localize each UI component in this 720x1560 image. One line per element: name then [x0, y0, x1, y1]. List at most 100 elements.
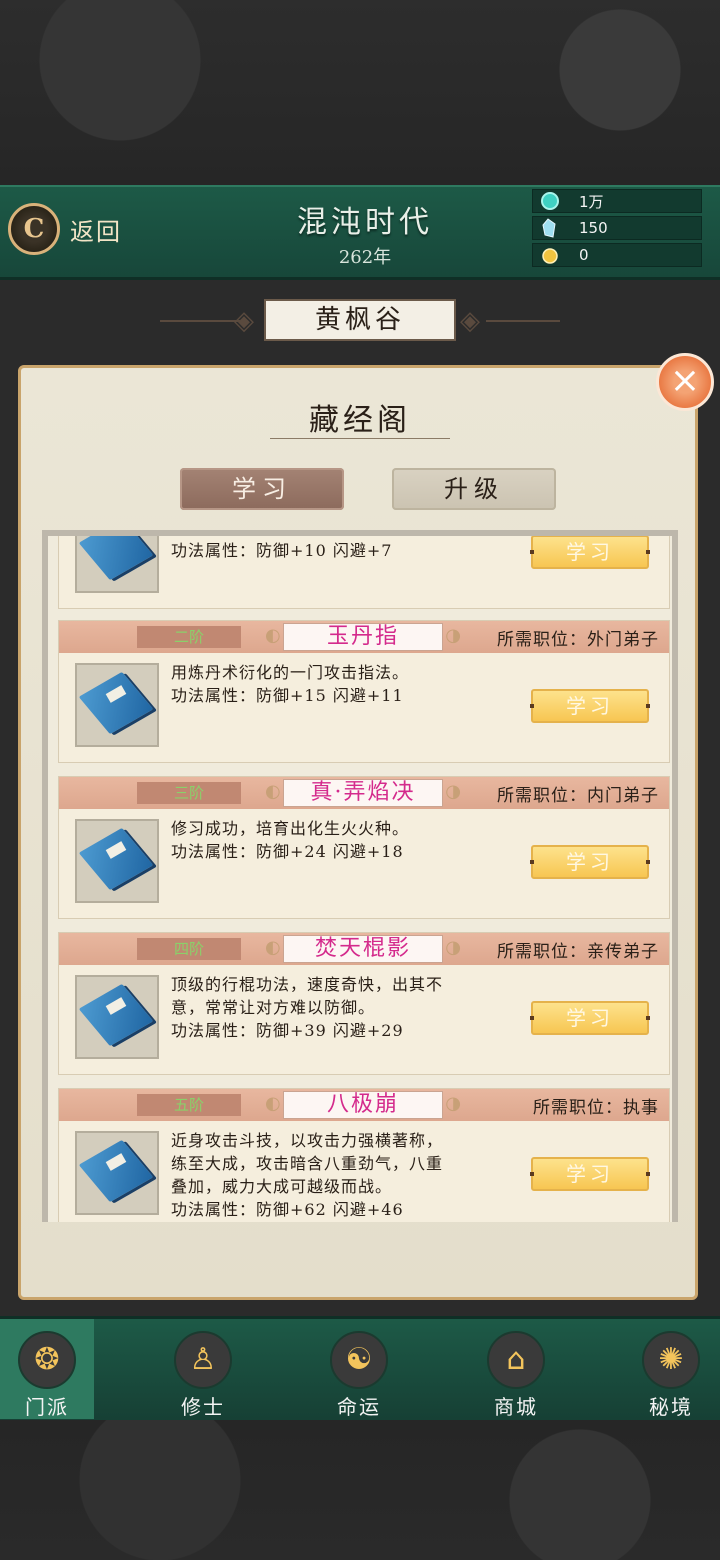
- nav-item-secret-realm[interactable]: ✺ 秘境: [624, 1319, 718, 1419]
- banner-ornament-right-icon: ◈: [460, 306, 480, 336]
- resource-jade[interactable]: 1万: [532, 189, 702, 213]
- skill-list[interactable]: 功法属性：防御+10 闪避+7 学习 二阶 ◐ 玉丹指 ◑ 所需职位：外门弟子 …: [42, 530, 678, 1222]
- skill-desc-line: 意，常常让对方难以防御。: [171, 998, 376, 1017]
- skill-requirement: 所需职位：内门弟子: [497, 786, 659, 806]
- ornament-left-icon: ◐: [265, 781, 281, 802]
- skill-description: 顶级的行棍功法，速度奇快，出其不 意，常常让对方难以防御。 功法属性：防御+39…: [171, 973, 501, 1042]
- era-display: 混沌时代 262年: [260, 197, 470, 269]
- gourd-fate-icon: ☯: [330, 1331, 388, 1389]
- skill-desc-line: 用炼丹术衍化的一门攻击指法。: [171, 663, 410, 682]
- skill-requirement: 所需职位：亲传弟子: [497, 942, 659, 962]
- skill-name: 八极崩: [283, 1091, 443, 1119]
- book-thumbnail: [75, 663, 159, 747]
- blue-book-icon: [78, 1139, 154, 1203]
- book-thumbnail: [75, 975, 159, 1059]
- blue-book-icon: [78, 983, 154, 1047]
- learn-button[interactable]: 学习: [530, 1001, 650, 1035]
- book-thumbnail: [75, 1131, 159, 1215]
- skill-name: 焚天棍影: [283, 935, 443, 963]
- back-arrow-icon: C: [8, 203, 60, 255]
- skill-rank-badge: 三阶: [137, 782, 241, 804]
- blue-book-icon: [78, 671, 154, 735]
- ornament-right-icon: ◑: [445, 937, 461, 958]
- ornament-right-icon: ◑: [445, 781, 461, 802]
- nav-label: 门派: [25, 1395, 69, 1419]
- tab-upgrade[interactable]: 升级: [392, 468, 556, 510]
- skill-desc-line: 叠加，威力大成可越级而战。: [171, 1177, 393, 1196]
- learn-button[interactable]: 学习: [530, 845, 650, 879]
- nav-label: 商城: [494, 1395, 538, 1419]
- skill-card: 三阶 ◐ 真·弄焰决 ◑ 所需职位：内门弟子 修习成功，培育出化生火火种。 功法…: [58, 776, 670, 919]
- skill-rank-badge: 二阶: [137, 626, 241, 648]
- gold-coin-icon: [539, 244, 561, 266]
- ornament-left-icon: ◐: [265, 937, 281, 958]
- skill-card-header: 四阶 ◐ 焚天棍影 ◑ 所需职位：亲传弟子: [59, 933, 669, 965]
- book-thumbnail: [75, 536, 159, 593]
- learn-button[interactable]: 学习: [530, 689, 650, 723]
- skill-desc-line: 顶级的行棍功法，速度奇快，出其不: [171, 975, 444, 994]
- top-header: C 返回 混沌时代 262年 1万 150 0: [0, 185, 720, 280]
- banner-line-right: [486, 320, 560, 322]
- skill-rank-badge: 五阶: [137, 1094, 241, 1116]
- skill-name: 玉丹指: [283, 623, 443, 651]
- sect-name-banner: ◈ 黄枫谷 ◈: [160, 297, 560, 345]
- background-top: [0, 0, 720, 185]
- resource-jade-value: 1万: [579, 192, 604, 211]
- resource-gold[interactable]: 0: [532, 243, 702, 267]
- skill-description: 用炼丹术衍化的一门攻击指法。 功法属性：防御+15 闪避+11: [171, 661, 501, 707]
- ornament-right-icon: ◑: [445, 625, 461, 646]
- jade-orb-icon: [539, 190, 561, 212]
- sect-name: 黄枫谷: [264, 299, 456, 341]
- skill-card-partial: 功法属性：防御+10 闪避+7 学习: [58, 536, 670, 609]
- blue-book-icon: [78, 536, 154, 581]
- skill-description: 修习成功，培育出化生火火种。 功法属性：防御+24 闪避+18: [171, 817, 501, 863]
- back-label: 返回: [70, 217, 122, 246]
- banner-ornament-left-icon: ◈: [234, 306, 254, 336]
- skill-name-plate: ◐ 焚天棍影 ◑: [263, 935, 463, 963]
- skill-card: 五阶 ◐ 八极崩 ◑ 所需职位：执事 近身攻击斗技，以攻击力强横著称， 练至大成…: [58, 1088, 670, 1222]
- skill-desc-line: 功法属性：防御+15 闪避+11: [171, 686, 404, 705]
- dragon-realm-icon: ✺: [642, 1331, 700, 1389]
- learn-button[interactable]: 学习: [530, 1157, 650, 1191]
- tab-learn[interactable]: 学习: [180, 468, 344, 510]
- skill-desc-line: 近身攻击斗技，以攻击力强横著称，: [171, 1131, 444, 1150]
- spirit-stone-icon: [539, 217, 561, 239]
- era-title: 混沌时代: [297, 205, 433, 240]
- book-thumbnail: [75, 819, 159, 903]
- panel-title: 藏经阁: [309, 403, 411, 438]
- skill-card-header: 三阶 ◐ 真·弄焰决 ◑ 所需职位：内门弟子: [59, 777, 669, 809]
- nav-item-sect[interactable]: ❂ 门派: [0, 1319, 94, 1419]
- resource-gold-value: 0: [579, 246, 589, 264]
- skill-card-header: 二阶 ◐ 玉丹指 ◑ 所需职位：外门弟子: [59, 621, 669, 653]
- skill-name: 真·弄焰决: [283, 779, 443, 807]
- back-button[interactable]: C 返回: [8, 203, 122, 255]
- skill-desc-line: 功法属性：防御+62 闪避+46: [171, 1200, 404, 1219]
- nav-item-cultivator[interactable]: ♙ 修士: [156, 1319, 250, 1419]
- learn-button[interactable]: 学习: [530, 536, 650, 569]
- skill-card: 二阶 ◐ 玉丹指 ◑ 所需职位：外门弟子 用炼丹术衍化的一门攻击指法。 功法属性…: [58, 620, 670, 763]
- title-divider: [270, 438, 450, 439]
- bottom-nav: ❂ 门派 ♙ 修士 ☯ 命运 ⌂ 商城 ✺ 秘境: [0, 1316, 720, 1423]
- resource-spirit-stone-value: 150: [579, 219, 608, 237]
- banner-line-left: [160, 320, 240, 322]
- skill-card-header: 五阶 ◐ 八极崩 ◑ 所需职位：执事: [59, 1089, 669, 1121]
- skill-card: 四阶 ◐ 焚天棍影 ◑ 所需职位：亲传弟子 顶级的行棍功法，速度奇快，出其不 意…: [58, 932, 670, 1075]
- skill-rank-badge: 四阶: [137, 938, 241, 960]
- skill-description: 近身攻击斗技，以攻击力强横著称， 练至大成，攻击暗含八重劲气，八重 叠加，威力大…: [171, 1129, 501, 1221]
- skill-requirement: 所需职位：执事: [533, 1098, 659, 1118]
- resource-spirit-stone[interactable]: 150: [532, 216, 702, 240]
- nav-label: 修士: [181, 1395, 225, 1419]
- skill-name-plate: ◐ 真·弄焰决 ◑: [263, 779, 463, 807]
- sect-emblem-icon: ❂: [18, 1331, 76, 1389]
- ornament-right-icon: ◑: [445, 1093, 461, 1114]
- meditating-cultivator-icon: ♙: [174, 1331, 232, 1389]
- skill-requirement: 所需职位：外门弟子: [497, 630, 659, 650]
- nav-item-shop[interactable]: ⌂ 商城: [469, 1319, 563, 1419]
- nav-item-fate[interactable]: ☯ 命运: [312, 1319, 406, 1419]
- nav-label: 命运: [337, 1395, 381, 1419]
- skill-name-plate: ◐ 八极崩 ◑: [263, 1091, 463, 1119]
- background-bottom: [0, 1420, 720, 1560]
- skill-name-plate: ◐ 玉丹指 ◑: [263, 623, 463, 651]
- skill-desc-line: 功法属性：防御+39 闪避+29: [171, 1021, 404, 1040]
- skill-desc-line: 修习成功，培育出化生火火种。: [171, 819, 410, 838]
